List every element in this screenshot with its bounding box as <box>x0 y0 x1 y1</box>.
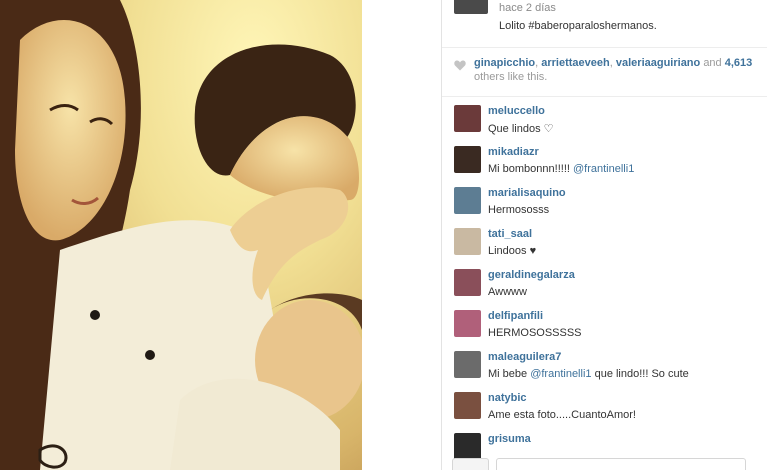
comment-input[interactable] <box>496 458 746 470</box>
commenter-avatar[interactable] <box>454 392 481 419</box>
like-button[interactable] <box>452 458 489 470</box>
comment-body-after: que lindo!!! So cute <box>594 368 689 380</box>
comment-text: Mi bombonnn!!!!! @frantinelli1 <box>488 163 634 175</box>
post-timestamp: hace 2 días <box>499 2 556 14</box>
commenter-username[interactable]: marialisaquino <box>488 187 566 199</box>
post-sidebar: hace 2 días Lolito #baberoparaloshermano… <box>441 0 767 470</box>
commenter-username[interactable]: maleaguilera7 <box>488 351 561 363</box>
commenter-username[interactable]: geraldinegalarza <box>488 269 575 281</box>
comment-text: Ame esta foto.....CuantoAmor! <box>488 409 636 421</box>
comment-body: Awwww <box>488 286 527 298</box>
post-caption: Lolito #baberoparaloshermanos. <box>499 20 657 32</box>
comment-item: natybic Ame esta foto.....CuantoAmor! <box>442 387 767 428</box>
comment-text: Hermososss <box>488 204 549 216</box>
comment-text: Mi bebe @frantinelli1 que lindo!!! So cu… <box>488 368 689 380</box>
commenter-username[interactable]: tati_saal <box>488 228 532 240</box>
mention-link[interactable]: @frantinelli1 <box>573 163 634 175</box>
comment-body: HERMOSOSSSSS <box>488 327 582 339</box>
post-photo <box>0 0 362 470</box>
comment-item: meluccello Que lindos ♡ <box>442 100 767 141</box>
commenter-avatar[interactable] <box>454 105 481 132</box>
comment-item: maleaguilera7 Mi bebe @frantinelli1 que … <box>442 346 767 387</box>
comment-body: Hermososss <box>488 204 550 216</box>
comment-body: Que lindos ♡ <box>488 123 554 135</box>
author-avatar[interactable] <box>454 0 488 14</box>
comments-list: meluccello Que lindos ♡ mikadiazr Mi bom… <box>442 100 767 469</box>
comment-body: Mi bombonnn!!!!! <box>488 163 570 175</box>
comment-body: Mi bebe <box>488 368 528 380</box>
commenter-username[interactable]: grisuma <box>488 433 531 445</box>
commenter-username[interactable]: natybic <box>488 392 527 404</box>
comment-body: Ame esta foto.....CuantoAmor! <box>488 409 636 421</box>
commenter-username[interactable]: meluccello <box>488 105 545 117</box>
liker-link[interactable]: arriettaeveeh <box>541 57 610 69</box>
commenter-username[interactable]: delfipanfili <box>488 310 543 322</box>
comment-item: tati_saal Lindoos ♥ <box>442 223 767 264</box>
likes-suffix: others like this. <box>474 71 548 83</box>
comment-item: geraldinegalarza Awwww <box>442 264 767 305</box>
likes-count[interactable]: 4,613 <box>725 57 753 69</box>
commenter-avatar[interactable] <box>454 351 481 378</box>
commenter-avatar[interactable] <box>454 310 481 337</box>
commenter-username[interactable]: mikadiazr <box>488 146 539 158</box>
liker-link[interactable]: ginapicchio <box>474 57 535 69</box>
likes-section: ginapicchio, arriettaeveeh, valeriaaguir… <box>442 47 767 97</box>
liker-link[interactable]: valeriaaguiriano <box>616 57 700 69</box>
commenter-avatar[interactable] <box>454 187 481 214</box>
likes-and: and <box>703 57 722 69</box>
comment-text: Awwww <box>488 286 527 298</box>
comment-compose-bar <box>442 455 767 470</box>
comment-item: delfipanfili HERMOSOSSSSS <box>442 305 767 346</box>
mention-link[interactable]: @frantinelli1 <box>530 368 591 380</box>
comment-item: mikadiazr Mi bombonnn!!!!! @frantinelli1 <box>442 141 767 182</box>
comment-text: Que lindos ♡ <box>488 122 554 135</box>
photo-illustration <box>0 0 362 470</box>
commenter-avatar[interactable] <box>454 269 481 296</box>
comment-body: Lindoos ♥ <box>488 245 537 257</box>
comment-text: Lindoos ♥ <box>488 245 536 257</box>
comment-text: HERMOSOSSSSS <box>488 327 582 339</box>
comment-item: marialisaquino Hermososss <box>442 182 767 223</box>
commenter-avatar[interactable] <box>454 228 481 255</box>
heart-icon <box>454 60 466 71</box>
commenter-avatar[interactable] <box>454 146 481 173</box>
